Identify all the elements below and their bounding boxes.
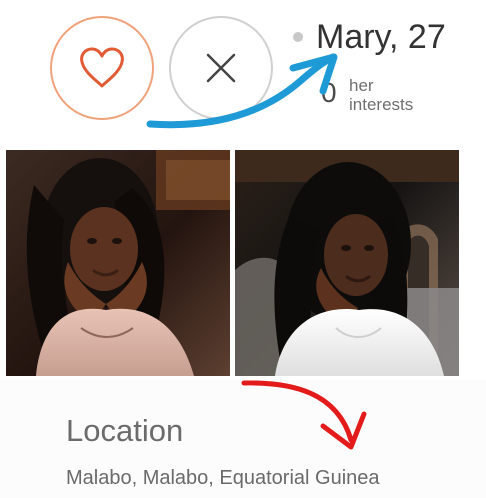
shared-interest-count: 0 bbox=[321, 77, 337, 108]
pass-button[interactable] bbox=[169, 16, 273, 120]
location-heading: Location bbox=[66, 413, 184, 448]
photo-gallery bbox=[0, 147, 486, 379]
profile-photo[interactable] bbox=[6, 150, 230, 376]
location-value: Malabo, Malabo, Equatorial Guinea bbox=[66, 467, 380, 489]
profile-name-age: Mary, 27 bbox=[316, 18, 446, 56]
profile-photo[interactable] bbox=[235, 150, 459, 376]
interests-label: her interests bbox=[349, 76, 414, 114]
online-status-dot bbox=[293, 32, 303, 42]
profile-header: Mary, 27 0 her interests bbox=[0, 0, 486, 140]
like-button[interactable] bbox=[50, 16, 154, 120]
